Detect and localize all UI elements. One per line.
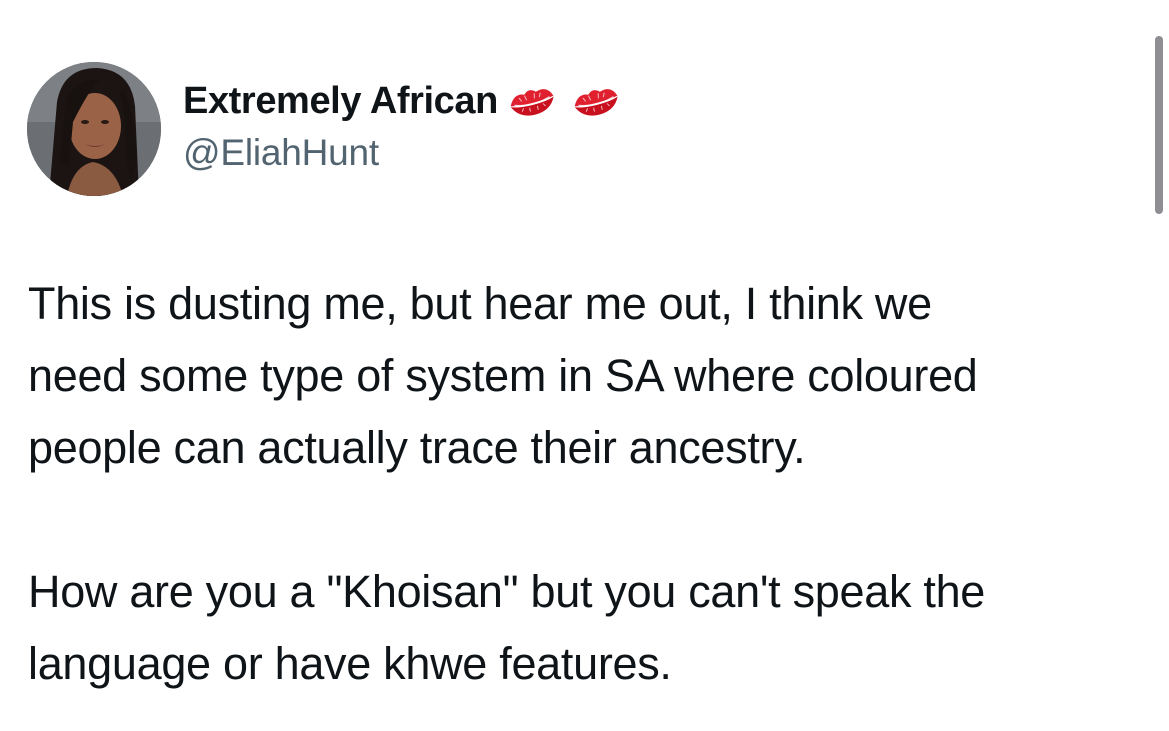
author-block: Extremely African @EliahHunt: [183, 78, 622, 174]
scrollbar-thumb[interactable]: [1155, 36, 1163, 214]
display-name[interactable]: Extremely African: [183, 80, 498, 123]
user-handle[interactable]: @EliahHunt: [183, 132, 622, 174]
tweet: Extremely African @EliahHunt This is dus…: [0, 0, 1169, 731]
display-name-row: Extremely African: [183, 78, 622, 124]
tweet-paragraph-2: How are you a "Khoisan" but you can't sp…: [28, 566, 986, 689]
kiss-mark-icon: [570, 81, 622, 121]
kiss-mark-icon: [506, 81, 558, 121]
tweet-paragraph-1: This is dusting me, but hear me out, I t…: [28, 278, 978, 473]
avatar[interactable]: [27, 62, 161, 196]
tweet-text: This is dusting me, but hear me out, I t…: [28, 268, 1138, 700]
avatar-image: [27, 62, 161, 196]
